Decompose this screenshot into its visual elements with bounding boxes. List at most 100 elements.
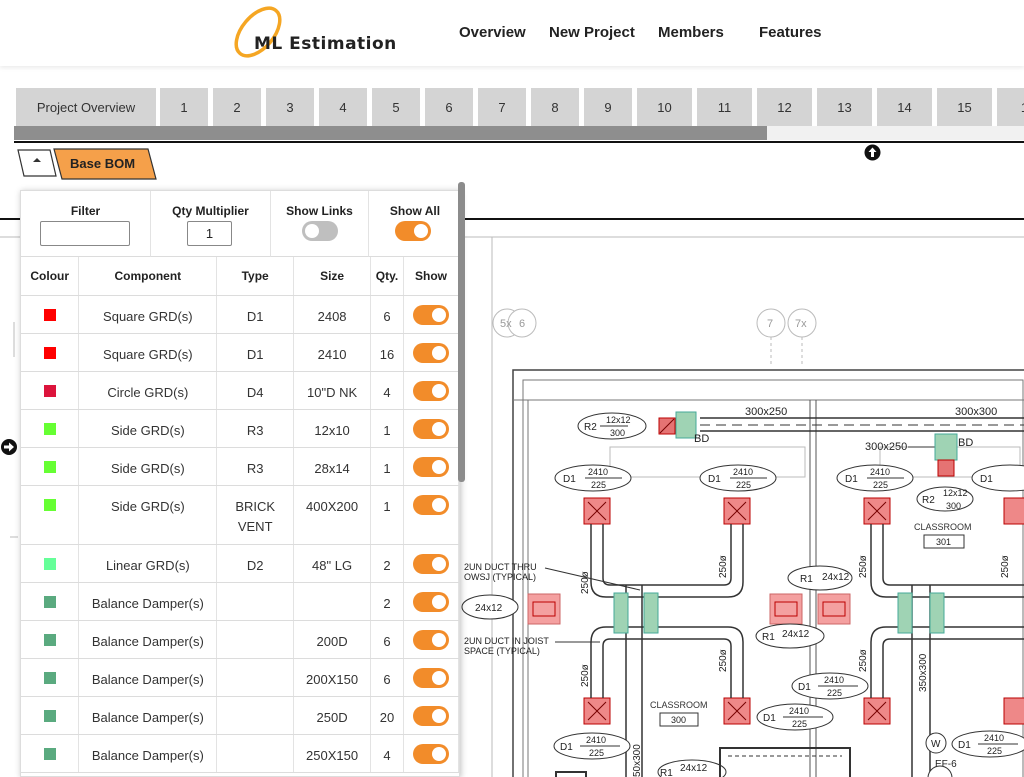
- tab-page-12[interactable]: 12: [757, 88, 812, 126]
- size-cell: 250D: [293, 696, 372, 735]
- row-show-toggle[interactable]: [413, 591, 449, 612]
- tab-page-4[interactable]: 4: [319, 88, 367, 126]
- type-cell: [216, 696, 295, 735]
- colour-swatch[interactable]: [43, 747, 56, 760]
- nav-new-project[interactable]: New Project: [549, 24, 635, 41]
- show-links-toggle[interactable]: [302, 221, 338, 241]
- show-links-label: Show Links: [286, 204, 353, 218]
- row-show-toggle[interactable]: [413, 456, 449, 477]
- tab-page-14[interactable]: 14: [877, 88, 932, 126]
- col-header-type[interactable]: Type: [216, 257, 295, 296]
- col-header-show[interactable]: Show: [403, 257, 459, 296]
- colour-cell: [21, 485, 80, 545]
- row-show-toggle[interactable]: [413, 553, 449, 574]
- row-show-toggle[interactable]: [413, 705, 449, 726]
- tab-page-5[interactable]: 5: [372, 88, 420, 126]
- qty-cell: 4: [370, 371, 404, 410]
- tab-page-10[interactable]: 10: [637, 88, 692, 126]
- show-cell: [403, 447, 459, 486]
- row-show-toggle[interactable]: [413, 418, 449, 439]
- qty-multiplier-label: Qty Multiplier: [172, 204, 249, 218]
- svg-text:D1: D1: [563, 474, 576, 485]
- colour-swatch[interactable]: [43, 308, 56, 321]
- tab-page-15[interactable]: 15: [937, 88, 992, 126]
- colour-swatch[interactable]: [43, 709, 56, 722]
- circle-up-arrow-icon[interactable]: [864, 144, 881, 161]
- colour-cell: [21, 734, 80, 773]
- duct-label-300x300: 300x300: [955, 406, 997, 418]
- tab-page-13[interactable]: 13: [817, 88, 872, 126]
- show-cell: [403, 371, 459, 410]
- svg-text:D1: D1: [708, 474, 721, 485]
- circle-right-arrow-icon[interactable]: [0, 438, 18, 456]
- tab-page-1[interactable]: 1: [160, 88, 208, 126]
- duct-label-300x250: 300x250: [745, 406, 787, 418]
- nav-features[interactable]: Features: [759, 24, 822, 41]
- colour-swatch[interactable]: [43, 557, 56, 570]
- tab-page-7[interactable]: 7: [478, 88, 526, 126]
- toggle-knob: [305, 224, 319, 238]
- row-show-toggle[interactable]: [413, 743, 449, 764]
- qty-cell: 20: [370, 696, 404, 735]
- tab-project-overview[interactable]: Project Overview: [16, 88, 156, 126]
- col-header-qty[interactable]: Qty.: [370, 257, 404, 296]
- table-row: Linear GRD(s) D2 48" LG 2: [21, 544, 459, 583]
- nav-members[interactable]: Members: [658, 24, 724, 41]
- svg-text:300: 300: [671, 715, 686, 725]
- type-cell: D4: [216, 371, 295, 410]
- svg-text:2410: 2410: [789, 706, 809, 716]
- panel-scrollbar[interactable]: [458, 182, 465, 482]
- colour-swatch[interactable]: [43, 595, 56, 608]
- qty-cell: 6: [370, 620, 404, 659]
- type-cell: [216, 582, 295, 621]
- qty-multiplier-input[interactable]: 1: [187, 221, 232, 246]
- svg-text:250ø: 250ø: [718, 649, 729, 672]
- type-cell: R3: [216, 409, 295, 448]
- nav-overview[interactable]: Overview: [459, 24, 526, 41]
- show-cell: [403, 620, 459, 659]
- svg-text:24x12: 24x12: [782, 629, 810, 640]
- component-cell: Side GRD(s): [78, 447, 218, 486]
- type-cell: [216, 658, 295, 697]
- row-show-toggle[interactable]: [413, 629, 449, 650]
- tab-page-9[interactable]: 9: [584, 88, 632, 126]
- filter-input[interactable]: [40, 221, 130, 246]
- tab-page-11[interactable]: 11: [697, 88, 752, 126]
- colour-swatch[interactable]: [43, 671, 56, 684]
- row-show-toggle[interactable]: [413, 342, 449, 363]
- colour-cell: [21, 544, 80, 583]
- base-bom-label[interactable]: Base BOM: [70, 156, 135, 171]
- svg-text:250ø: 250ø: [580, 571, 591, 594]
- col-header-component[interactable]: Component: [78, 257, 218, 296]
- toggle-knob: [432, 383, 446, 398]
- toggle-knob: [432, 746, 446, 761]
- tab-page-2[interactable]: 2: [213, 88, 261, 126]
- row-show-toggle[interactable]: [413, 380, 449, 401]
- colour-swatch[interactable]: [43, 422, 56, 435]
- qty-cell: 1: [370, 447, 404, 486]
- colour-swatch[interactable]: [43, 346, 56, 359]
- col-header-colour[interactable]: Colour: [21, 257, 80, 296]
- show-cell: [403, 333, 459, 372]
- tab-scrollbar-thumb[interactable]: [14, 126, 767, 140]
- col-header-size[interactable]: Size: [293, 257, 372, 296]
- type-cell: D1: [216, 295, 295, 334]
- svg-text:12x12: 12x12: [943, 488, 968, 498]
- row-show-toggle[interactable]: [413, 304, 449, 325]
- svg-text:2UN DUCT IN JOIST: 2UN DUCT IN JOIST: [464, 636, 549, 646]
- tab-page-8[interactable]: 8: [531, 88, 579, 126]
- show-links-cell: Show Links: [271, 191, 369, 257]
- row-show-toggle[interactable]: [413, 494, 449, 515]
- table-row: Balance Damper(s) 2: [21, 582, 459, 621]
- tab-page-3[interactable]: 3: [266, 88, 314, 126]
- colour-swatch[interactable]: [43, 460, 56, 473]
- show-all-toggle[interactable]: [395, 221, 431, 241]
- tab-page-6[interactable]: 6: [425, 88, 473, 126]
- colour-swatch[interactable]: [43, 633, 56, 646]
- row-show-toggle[interactable]: [413, 667, 449, 688]
- colour-swatch[interactable]: [43, 384, 56, 397]
- tab-page-16[interactable]: 1: [997, 88, 1024, 126]
- toggle-knob: [432, 307, 446, 322]
- ml-estimation-logo[interactable]: ML Estimation: [228, 4, 398, 60]
- colour-swatch[interactable]: [43, 498, 56, 511]
